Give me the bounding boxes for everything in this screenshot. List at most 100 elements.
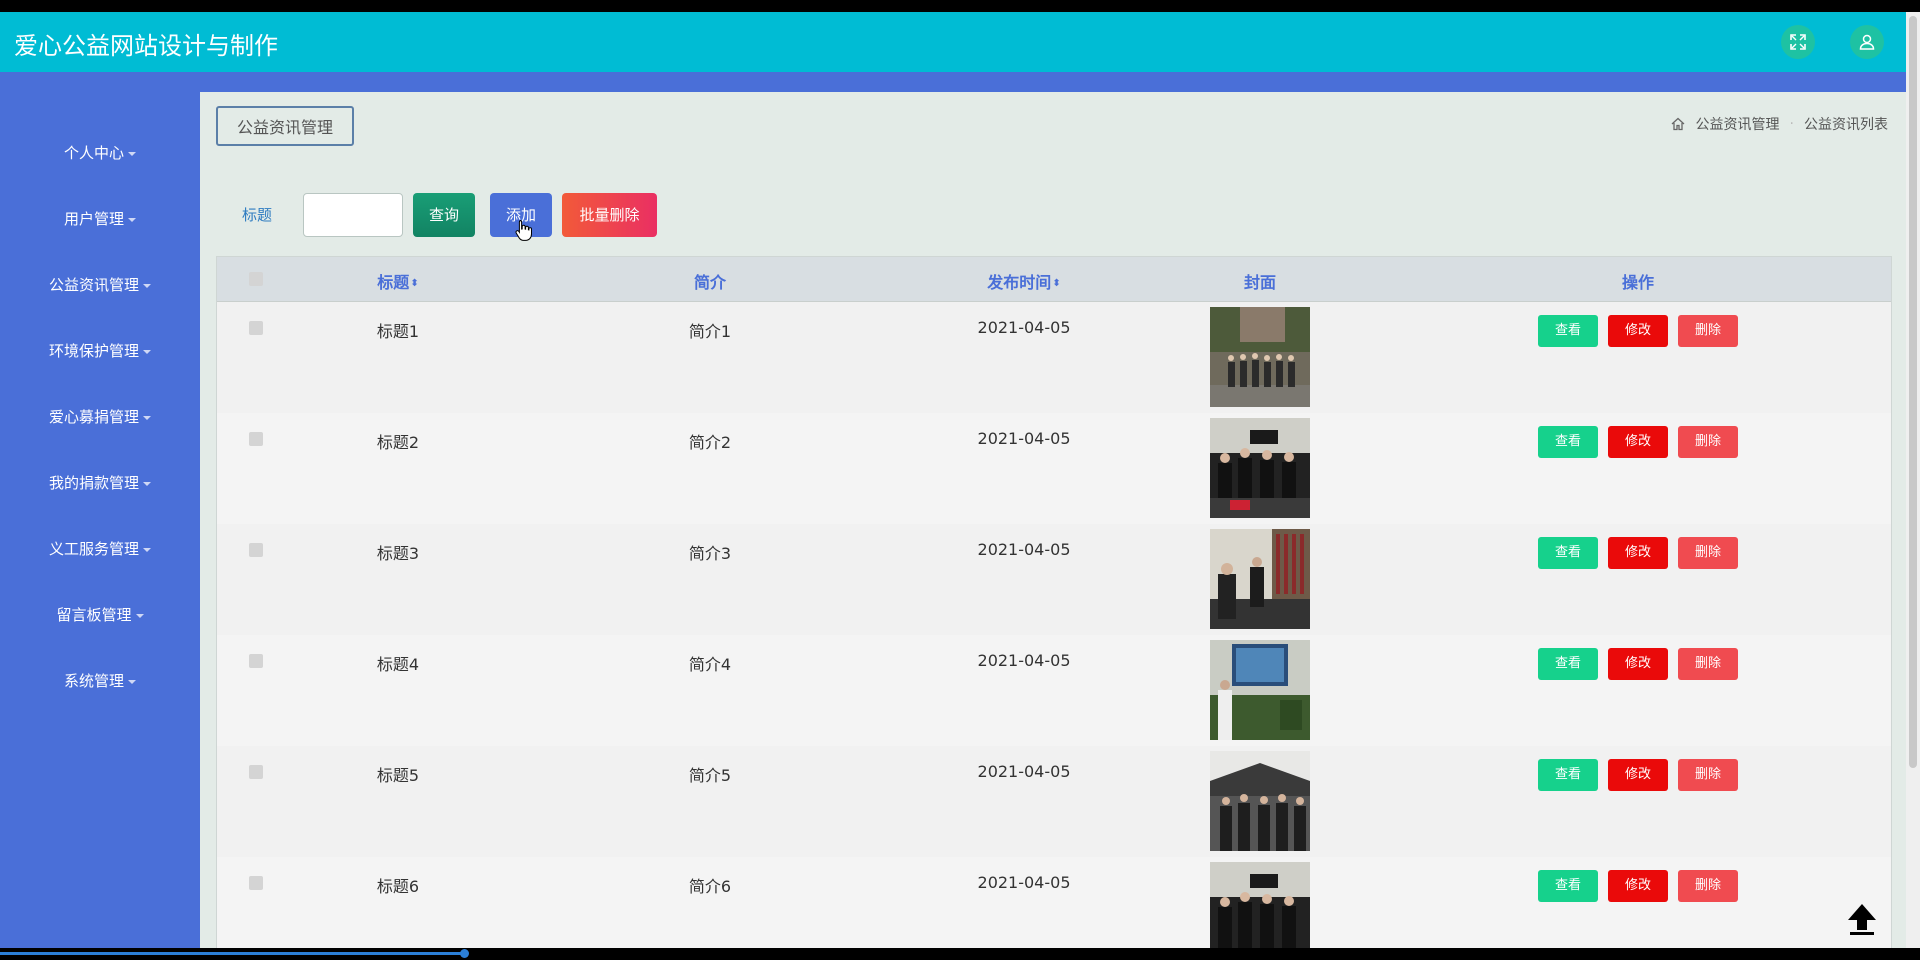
sidebar-item-label: 环境保护管理	[48, 342, 139, 360]
search-input[interactable]	[303, 193, 403, 237]
chevron-down-icon	[128, 151, 136, 156]
back-to-top-icon[interactable]	[1844, 900, 1880, 936]
sidebar-item-volunteer[interactable]: 义工服务管理	[0, 537, 200, 561]
user-menu-button[interactable]	[1850, 25, 1884, 59]
cell-title: 标题2	[376, 433, 420, 452]
sidebar: 个人中心 用户管理 公益资讯管理 环境保护管理 爱心募捐管理 我的捐款管理 义工…	[0, 92, 200, 948]
cover-photo	[1210, 529, 1310, 629]
chevron-down-icon	[143, 481, 151, 486]
edit-button[interactable]: 修改	[1608, 870, 1668, 902]
cell-intro: 简介3	[688, 544, 732, 563]
column-header-label: 操作	[1621, 273, 1655, 292]
sidebar-item-label: 公益资讯管理	[48, 276, 139, 294]
cell-title: 标题4	[376, 655, 420, 674]
column-header-intro: 简介	[694, 269, 726, 293]
sidebar-item-fundraising[interactable]: 爱心募捐管理	[0, 405, 200, 429]
table-row: 标题6 简介6 2021-04-05 查看 修改 删除	[217, 857, 1891, 948]
sort-icon: ⬍	[1052, 278, 1061, 289]
delete-button[interactable]: 删除	[1678, 759, 1738, 791]
cell-intro: 简介1	[688, 322, 732, 341]
hand-cursor-icon	[515, 220, 532, 241]
sidebar-item-label: 用户管理	[63, 210, 124, 228]
cover-image[interactable]	[1210, 751, 1310, 851]
delete-button[interactable]: 删除	[1678, 537, 1738, 569]
sidebar-item-label: 我的捐款管理	[48, 474, 139, 492]
cover-image[interactable]	[1210, 529, 1310, 629]
chevron-down-icon	[143, 349, 151, 354]
edit-button[interactable]: 修改	[1608, 648, 1668, 680]
column-header-title[interactable]: 标题⬍	[377, 269, 418, 293]
row-checkbox[interactable]	[249, 321, 263, 335]
column-header-label: 简介	[693, 273, 727, 292]
breadcrumb-item[interactable]: 公益资讯管理	[1696, 114, 1780, 134]
app-title: 爱心公益网站设计与制作	[14, 32, 278, 60]
sidebar-item-label: 个人中心	[63, 144, 124, 162]
edit-button[interactable]: 修改	[1608, 537, 1668, 569]
column-header-label: 封面	[1243, 273, 1277, 292]
cell-title: 标题1	[376, 322, 420, 341]
sidebar-item-users[interactable]: 用户管理	[0, 207, 200, 231]
column-header-publish-time[interactable]: 发布时间⬍	[987, 269, 1060, 293]
delete-button[interactable]: 删除	[1678, 648, 1738, 680]
edit-button[interactable]: 修改	[1608, 315, 1668, 347]
select-all-checkbox[interactable]	[249, 272, 263, 286]
chevron-down-icon	[135, 613, 144, 618]
delete-button[interactable]: 删除	[1678, 426, 1738, 458]
video-progress-handle[interactable]	[460, 949, 469, 958]
edit-button[interactable]: 修改	[1608, 759, 1668, 791]
view-button[interactable]: 查看	[1538, 426, 1598, 458]
cover-image[interactable]	[1210, 640, 1310, 740]
fullscreen-button[interactable]	[1781, 25, 1815, 59]
page-title: 公益资讯管理	[216, 106, 354, 146]
news-table: 标题⬍ 简介 发布时间⬍ 封面 操作 标题1 简介1 2021-04-05 查看…	[216, 256, 1892, 948]
cover-image[interactable]	[1210, 862, 1310, 948]
view-button[interactable]: 查看	[1538, 870, 1598, 902]
row-checkbox[interactable]	[249, 654, 263, 668]
video-progress-bar[interactable]	[0, 952, 466, 955]
column-header-label: 标题	[377, 273, 410, 292]
scrollbar-thumb[interactable]	[1909, 16, 1917, 768]
sidebar-item-personal-center[interactable]: 个人中心	[0, 141, 200, 165]
sidebar-item-label: 系统管理	[63, 672, 124, 690]
cell-date: 2021-04-05	[977, 762, 1071, 781]
row-checkbox[interactable]	[249, 876, 263, 890]
table-row: 标题1 简介1 2021-04-05 查看 修改 删除	[217, 302, 1891, 414]
sidebar-item-my-donations[interactable]: 我的捐款管理	[0, 471, 200, 495]
edit-button[interactable]: 修改	[1608, 426, 1668, 458]
search-label: 标题	[242, 206, 273, 224]
view-button[interactable]: 查看	[1538, 648, 1598, 680]
view-button[interactable]: 查看	[1538, 537, 1598, 569]
delete-button[interactable]: 删除	[1678, 315, 1738, 347]
sidebar-item-system[interactable]: 系统管理	[0, 669, 200, 693]
cover-photo	[1210, 862, 1310, 948]
column-header-actions: 操作	[1622, 269, 1654, 293]
row-checkbox[interactable]	[249, 543, 263, 557]
cell-date: 2021-04-05	[977, 651, 1071, 670]
bulk-delete-button[interactable]: 批量删除	[562, 193, 657, 237]
delete-button[interactable]: 删除	[1678, 870, 1738, 902]
page-scrollbar[interactable]	[1906, 12, 1920, 948]
sidebar-item-news[interactable]: 公益资讯管理	[0, 273, 200, 297]
table-row: 标题2 简介2 2021-04-05 查看 修改 删除	[217, 413, 1891, 525]
row-checkbox[interactable]	[249, 765, 263, 779]
query-button[interactable]: 查询	[413, 193, 475, 237]
column-header-cover: 封面	[1244, 269, 1276, 293]
user-icon	[1859, 34, 1875, 50]
chevron-down-icon	[128, 679, 136, 684]
cover-photo	[1210, 751, 1310, 851]
view-button[interactable]: 查看	[1538, 759, 1598, 791]
row-checkbox[interactable]	[249, 432, 263, 446]
cover-image[interactable]	[1210, 307, 1310, 407]
cell-title: 标题5	[376, 766, 420, 785]
app-window: 爱心公益网站设计与制作 个人中心 用户管理 公益资讯管理 环境保护管理 爱心募捐…	[0, 12, 1906, 948]
cover-photo	[1210, 307, 1310, 407]
fullscreen-icon	[1790, 34, 1806, 50]
cell-date: 2021-04-05	[977, 318, 1071, 337]
view-button[interactable]: 查看	[1538, 315, 1598, 347]
sidebar-item-message-board[interactable]: 留言板管理	[0, 603, 200, 627]
sidebar-item-environment[interactable]: 环境保护管理	[0, 339, 200, 363]
cover-image[interactable]	[1210, 418, 1310, 518]
table-header: 标题⬍ 简介 发布时间⬍ 封面 操作	[217, 257, 1891, 302]
column-header-label: 发布时间	[987, 273, 1052, 292]
home-icon[interactable]	[1670, 116, 1686, 132]
